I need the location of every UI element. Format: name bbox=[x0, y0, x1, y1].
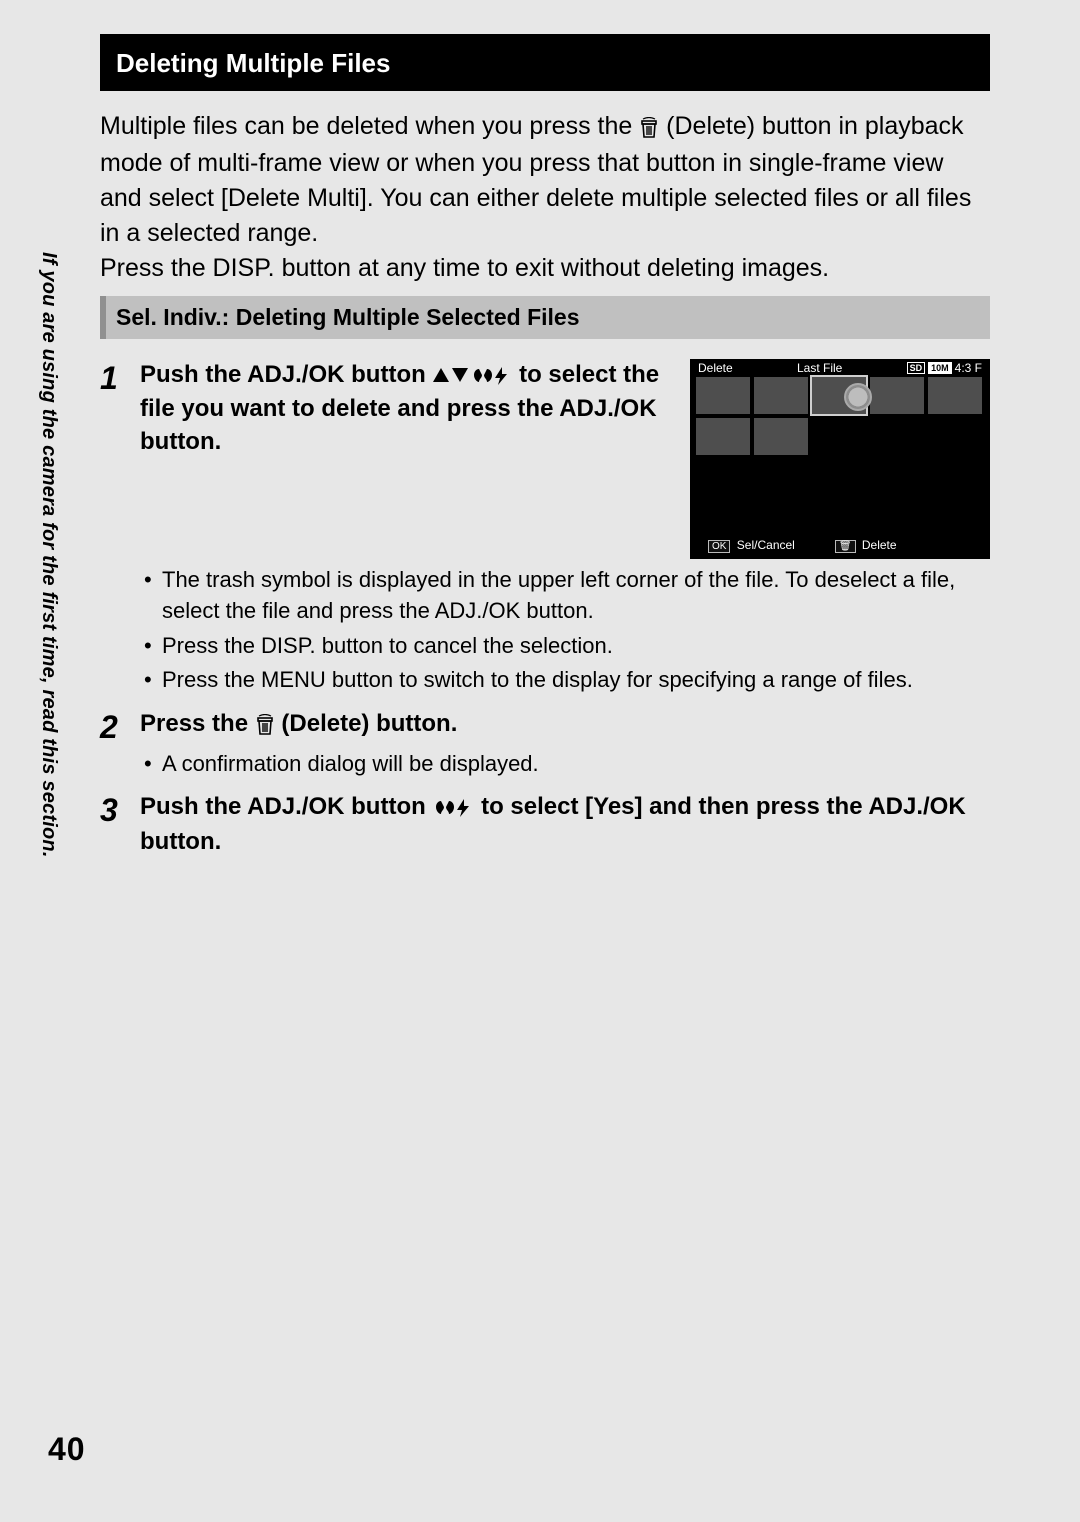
lcd-thumb bbox=[696, 377, 750, 414]
camera-lcd-mockup: Delete Last File SD 10M 4:3 F bbox=[690, 359, 990, 559]
trash-icon bbox=[255, 710, 275, 742]
step-2-number: 2 bbox=[100, 708, 140, 783]
lcd-delete-footer: 🗑 Delete bbox=[835, 538, 897, 553]
section-heading-black: Deleting Multiple Files bbox=[100, 34, 990, 91]
aspect-ratio-label: 4:3 F bbox=[955, 361, 982, 375]
macro-flash-icon bbox=[432, 793, 474, 825]
side-margin-note-text: If you are using the camera for the firs… bbox=[37, 252, 60, 858]
trash-button-icon: 🗑 bbox=[835, 540, 856, 553]
dpad-up-down-macro-flash-icon bbox=[432, 361, 512, 393]
ok-button-icon: OK bbox=[708, 540, 730, 553]
step-3-number: 3 bbox=[100, 791, 140, 858]
intro-text: Multiple files can be deleted when you p… bbox=[100, 109, 990, 286]
lcd-thumb-selected bbox=[812, 377, 866, 414]
step-2-title-a: Press the bbox=[140, 710, 255, 737]
step-1-title: Push the ADJ./OK button to select the fi… bbox=[140, 359, 672, 458]
lcd-sel-cancel-text: Sel/Cancel bbox=[737, 538, 795, 552]
lcd-thumbnail-grid bbox=[690, 375, 990, 536]
lcd-bottom-bar: OK Sel/Cancel 🗑 Delete bbox=[690, 536, 990, 559]
step-3: 3 Push the ADJ./OK button to select [Yes… bbox=[100, 791, 990, 858]
lcd-top-bar: Delete Last File SD 10M 4:3 F bbox=[690, 359, 990, 375]
lcd-status-icons: SD 10M 4:3 F bbox=[907, 361, 982, 375]
sd-icon: SD bbox=[907, 362, 926, 374]
lcd-last-file-label: Last File bbox=[797, 361, 842, 375]
step-1-bullet-1: The trash symbol is displayed in the upp… bbox=[140, 565, 990, 627]
resolution-badge: 10M bbox=[928, 362, 952, 374]
manual-page: If you are using the camera for the firs… bbox=[0, 0, 1080, 1522]
lcd-thumb bbox=[696, 418, 750, 455]
subsection-heading-gray: Sel. Indiv.: Deleting Multiple Selected … bbox=[100, 296, 990, 339]
side-margin-note: If you are using the camera for the firs… bbox=[60, 252, 90, 872]
step-2: 2 Press the (Delete) but bbox=[100, 708, 990, 783]
step-1: 1 Push the ADJ./OK button bbox=[100, 359, 990, 700]
step-2-bullet-1: A confirmation dialog will be displayed. bbox=[140, 749, 990, 780]
step-3-title-a: Push the ADJ./OK button bbox=[140, 793, 432, 820]
intro-text-line2: Press the DISP. button at any time to ex… bbox=[100, 251, 990, 286]
lcd-thumb bbox=[928, 377, 982, 414]
lcd-thumb bbox=[754, 377, 808, 414]
page-content: Deleting Multiple Files Multiple files c… bbox=[100, 34, 990, 858]
step-1-bullet-3: Press the MENU button to switch to the d… bbox=[140, 665, 990, 696]
intro-text-part1: Multiple files can be deleted when you p… bbox=[100, 112, 639, 140]
trash-icon bbox=[639, 111, 659, 146]
page-number: 40 bbox=[48, 1431, 86, 1468]
step-1-number: 1 bbox=[100, 359, 140, 700]
step-3-title: Push the ADJ./OK button to select [Yes] … bbox=[140, 791, 990, 858]
step-2-title: Press the (Delete) button. bbox=[140, 708, 990, 742]
lcd-sel-cancel: OK Sel/Cancel bbox=[708, 538, 795, 553]
lcd-delete-footer-text: Delete bbox=[862, 538, 897, 552]
lcd-delete-label: Delete bbox=[698, 361, 733, 375]
step-1-bullet-2: Press the DISP. button to cancel the sel… bbox=[140, 631, 990, 662]
lcd-thumb bbox=[870, 377, 924, 414]
lcd-thumb bbox=[754, 418, 808, 455]
step-2-title-b: (Delete) button. bbox=[281, 710, 457, 737]
step-1-title-a: Push the ADJ./OK button bbox=[140, 361, 432, 388]
